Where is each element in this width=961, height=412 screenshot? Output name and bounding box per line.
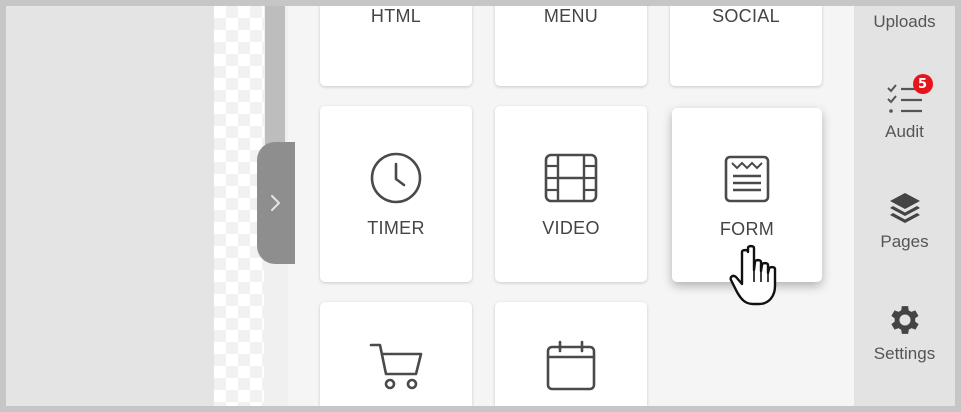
sidebar-item-label: Settings: [873, 344, 936, 363]
gear-icon: [885, 300, 925, 340]
layers-icon: [885, 188, 925, 228]
calendar-icon: [543, 338, 599, 394]
tile-social[interactable]: SOCIAL: [670, 6, 822, 86]
sidebar-item-label: Pages: [880, 232, 929, 251]
tile-html[interactable]: HTML: [320, 6, 472, 86]
sidebar-item-label: Uploads: [873, 12, 936, 31]
film-icon: [543, 150, 599, 206]
canvas-scrollbar-thumb[interactable]: [265, 6, 285, 146]
audit-count-badge: 5: [912, 74, 933, 94]
sidebar-item-audit[interactable]: 5 Audit: [854, 74, 955, 142]
tile-video[interactable]: VIDEO: [495, 106, 647, 282]
tile-label: TIMER: [367, 217, 425, 238]
clock-icon: [368, 150, 424, 206]
sidebar-item-label: Audit: [885, 122, 924, 141]
tile-calendar[interactable]: [495, 302, 647, 406]
form-icon: [719, 151, 775, 207]
tile-label: SOCIAL: [712, 6, 780, 26]
cart-icon: [368, 338, 424, 394]
collapse-panel-button[interactable]: [257, 142, 295, 264]
right-sidebar: Uploads 5 Audit Pages Settings: [854, 6, 955, 406]
sidebar-item-settings[interactable]: Settings: [854, 300, 955, 364]
tile-form[interactable]: FORM: [672, 108, 822, 282]
tile-label: MENU: [543, 6, 599, 26]
sidebar-item-pages[interactable]: Pages: [854, 188, 955, 252]
content-blocks-panel: HTML MENU SOCIAL TIMER VIDEO FORM: [288, 6, 854, 406]
tile-timer[interactable]: TIMER: [320, 106, 472, 282]
canvas-area: [6, 6, 214, 406]
tile-label: HTML: [370, 6, 422, 26]
tile-menu[interactable]: MENU: [495, 6, 647, 86]
chevron-right-icon: [271, 195, 280, 211]
checklist-icon: 5: [885, 74, 933, 118]
sidebar-item-uploads[interactable]: Uploads: [854, 8, 955, 32]
editor-frame: HTML MENU SOCIAL TIMER VIDEO FORM Upload…: [0, 0, 961, 412]
tile-label: FORM: [719, 218, 775, 239]
tile-label: VIDEO: [542, 217, 600, 238]
tile-cart[interactable]: [320, 302, 472, 406]
